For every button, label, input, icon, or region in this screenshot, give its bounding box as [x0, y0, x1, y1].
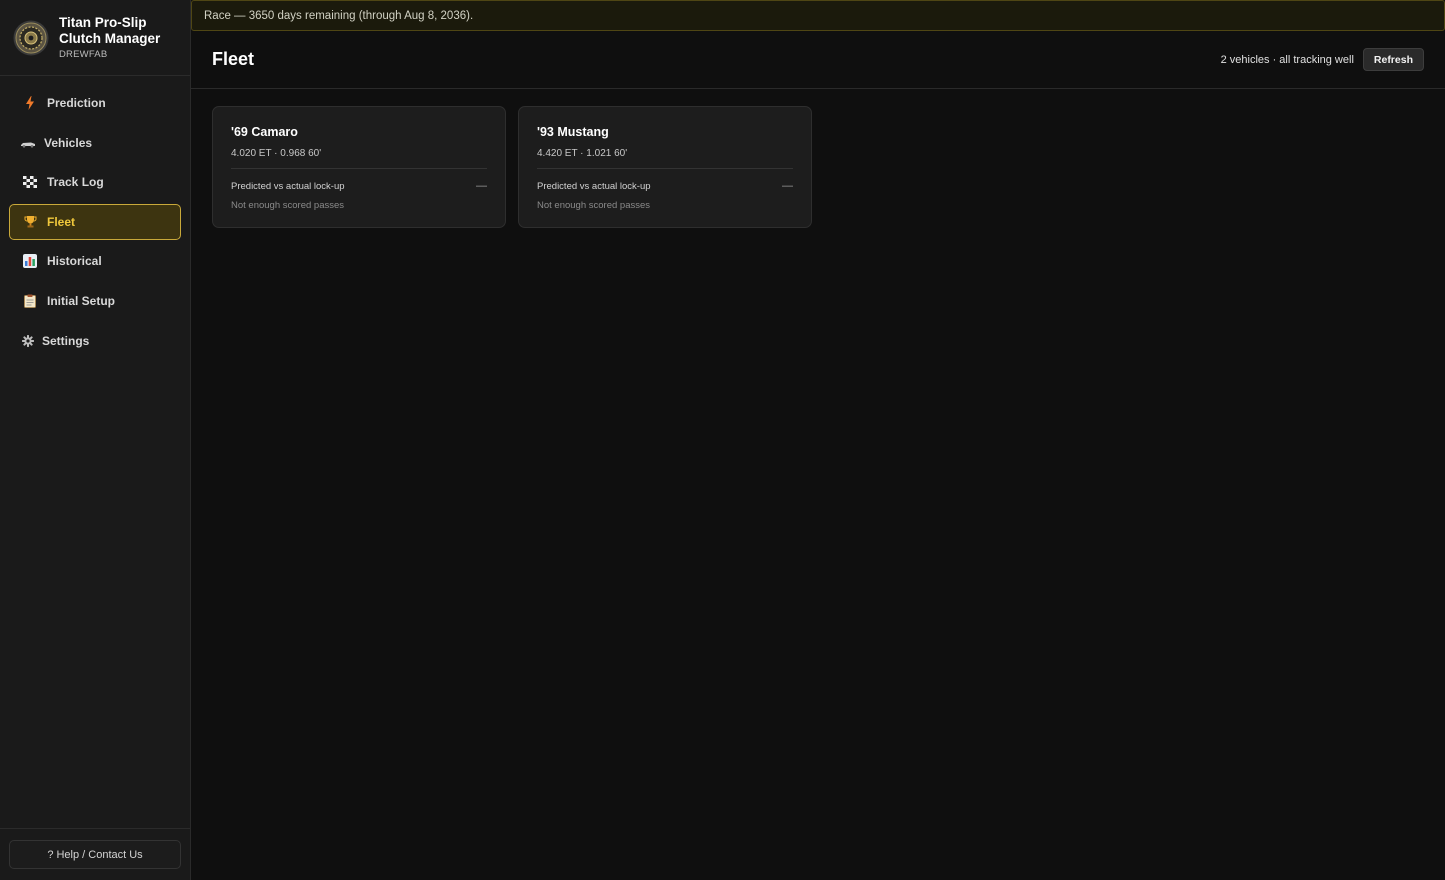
clutch-logo-icon — [13, 20, 49, 55]
vehicle-card[interactable]: '69 Camaro 4.020 ET · 0.968 60' Predicte… — [212, 106, 506, 228]
page-header: Fleet 2 vehicles · all tracking well Ref… — [191, 31, 1445, 89]
sidebar-item-prediction[interactable]: Prediction — [9, 85, 181, 121]
metric-row: Predicted vs actual lock-up — — [537, 180, 793, 192]
vehicle-card[interactable]: '93 Mustang 4.420 ET · 1.021 60' Predict… — [518, 106, 812, 228]
sidebar-item-label: Fleet — [47, 214, 76, 229]
page-title: Fleet — [212, 49, 255, 69]
sidebar-item-historical[interactable]: Historical — [9, 243, 181, 279]
sidebar-item-label: Historical — [47, 254, 102, 269]
app-subtitle: DREWFAB — [59, 49, 108, 60]
app-root: Titan Pro-Slip Clutch Manager DREWFAB Pr… — [0, 0, 1445, 880]
vehicle-name: '69 Camaro — [231, 125, 298, 139]
help-contact-button[interactable]: ? Help / Contact Us — [9, 840, 181, 869]
metric-label: Predicted vs actual lock-up — [537, 180, 651, 192]
metric-note: Not enough scored passes — [537, 200, 651, 211]
sidebar-item-label: Settings — [42, 333, 90, 348]
app-title: Titan Pro-Slip Clutch Manager — [59, 15, 161, 46]
car-icon — [20, 135, 36, 151]
sidebar-item-label: Vehicles — [44, 135, 93, 150]
sidebar-item-settings[interactable]: Settings — [9, 323, 181, 359]
checkered-flag-icon — [22, 174, 38, 190]
sidebar-item-label: Prediction — [47, 96, 106, 110]
header-actions: 2 vehicles · all tracking well Refresh — [1221, 48, 1424, 71]
sidebar-item-initial-setup[interactable]: Initial Setup — [9, 283, 181, 319]
metric-value: — — [782, 180, 793, 192]
metric-note: Not enough scored passes — [231, 200, 345, 211]
main-content: Race — 3650 days remaining (through Aug … — [191, 0, 1445, 880]
card-divider — [231, 168, 487, 169]
fleet-status-text: 2 vehicles · all tracking well — [1220, 53, 1354, 66]
vehicle-stats: 4.420 ET · 1.021 60' — [537, 148, 628, 159]
sidebar-item-track-log[interactable]: Track Log — [9, 164, 181, 200]
sidebar-item-label: Initial Setup — [47, 293, 116, 308]
sidebar-nav: Prediction Vehicles Track Log Fleet Hist… — [0, 76, 190, 362]
metric-row: Predicted vs actual lock-up — — [231, 180, 487, 192]
vehicle-stats: 4.020 ET · 0.968 60' — [231, 148, 322, 159]
gear-icon — [20, 333, 36, 349]
sidebar-item-vehicles[interactable]: Vehicles — [9, 125, 181, 161]
metric-value: — — [476, 180, 487, 192]
refresh-button[interactable]: Refresh — [1362, 48, 1424, 71]
sidebar-item-label: Track Log — [47, 175, 104, 190]
lightning-icon — [22, 95, 38, 111]
sidebar-item-fleet[interactable]: Fleet — [9, 203, 181, 240]
sidebar: Titan Pro-Slip Clutch Manager DREWFAB Pr… — [0, 0, 191, 880]
clipboard-icon — [22, 293, 38, 309]
metric-label: Predicted vs actual lock-up — [231, 180, 345, 192]
help-footer: ? Help / Contact Us — [0, 828, 190, 880]
bar-chart-icon — [22, 253, 38, 269]
vehicle-cards: '69 Camaro 4.020 ET · 0.968 60' Predicte… — [212, 106, 812, 228]
trophy-icon — [22, 214, 38, 230]
card-divider — [537, 168, 793, 169]
brand-header: Titan Pro-Slip Clutch Manager DREWFAB — [0, 0, 190, 76]
vehicle-name: '93 Mustang — [537, 125, 609, 139]
license-banner: Race — 3650 days remaining (through Aug … — [191, 0, 1445, 31]
